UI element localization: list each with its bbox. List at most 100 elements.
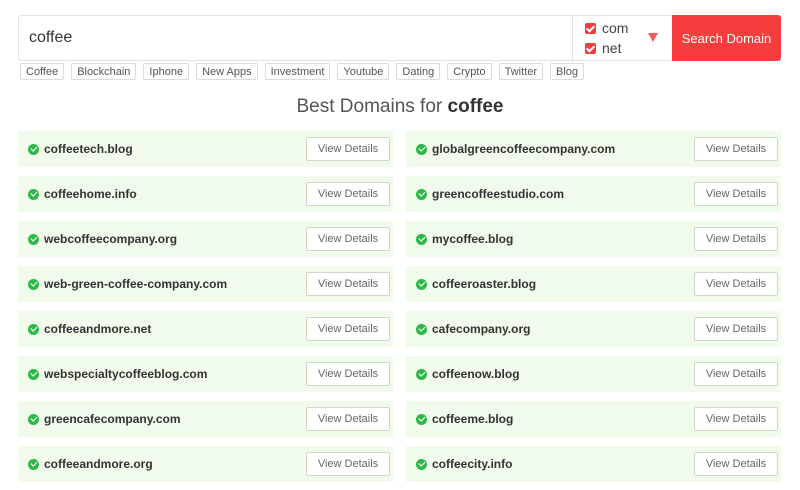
domain-info: globalgreencoffeecompany.com	[416, 142, 615, 156]
tag-blog[interactable]: Blog	[550, 63, 585, 80]
view-details-button[interactable]: View Details	[694, 137, 778, 161]
domain-name: coffeeandmore.org	[44, 457, 153, 471]
domain-row: coffeeandmore.org View Details	[18, 446, 393, 482]
tag-blockchain[interactable]: Blockchain	[71, 63, 137, 80]
available-check-icon	[416, 368, 427, 380]
domain-info: greencoffeestudio.com	[416, 187, 564, 201]
tag-iphone[interactable]: Iphone	[143, 63, 190, 80]
available-check-icon	[28, 368, 39, 380]
domain-name: coffeetech.blog	[44, 142, 133, 156]
tag-youtube[interactable]: Youtube	[337, 63, 390, 80]
tld-selector[interactable]: com net	[572, 16, 672, 60]
available-check-icon	[416, 188, 427, 200]
domain-info: web-green-coffee-company.com	[28, 277, 227, 291]
tld-label: net	[602, 40, 622, 56]
domain-info: coffeeandmore.net	[28, 322, 151, 336]
domain-name: coffeehome.info	[44, 187, 137, 201]
domain-info: coffeetech.blog	[28, 142, 133, 156]
domain-info: greencafecompany.com	[28, 412, 181, 426]
domain-name: coffeeroaster.blog	[432, 277, 537, 291]
view-details-button[interactable]: View Details	[694, 227, 778, 251]
view-details-button[interactable]: View Details	[694, 362, 778, 386]
available-check-icon	[416, 413, 427, 425]
domain-results: coffeetech.blog View Details globalgreenco…	[18, 131, 781, 482]
domain-info: coffeeandmore.org	[28, 457, 153, 471]
domain-name: mycoffee.blog	[432, 232, 514, 246]
domain-info: coffeenow.blog	[416, 367, 520, 381]
view-details-button[interactable]: View Details	[306, 362, 390, 386]
domain-row: globalgreencoffeecompany.com View Details	[406, 131, 781, 167]
view-details-button[interactable]: View Details	[306, 452, 390, 476]
domain-info: coffeehome.info	[28, 187, 137, 201]
tag-twitter[interactable]: Twitter	[498, 63, 544, 80]
view-details-button[interactable]: View Details	[306, 227, 390, 251]
domain-info: mycoffee.blog	[416, 232, 513, 246]
view-details-button[interactable]: View Details	[306, 317, 390, 341]
domain-name: coffeenow.blog	[432, 367, 520, 381]
domain-name: webcoffeecompany.org	[44, 232, 178, 246]
view-details-button[interactable]: View Details	[306, 407, 390, 431]
caret-down-icon[interactable]	[648, 33, 658, 42]
available-check-icon	[416, 323, 427, 335]
available-check-icon	[28, 323, 39, 335]
domain-row: mycoffee.blog View Details	[406, 221, 781, 257]
domain-row: coffeeme.blog View Details	[406, 401, 781, 437]
domain-name: greencoffeestudio.com	[432, 187, 565, 201]
tag-dating[interactable]: Dating	[396, 63, 441, 80]
view-details-button[interactable]: View Details	[694, 407, 778, 431]
domain-name: cafecompany.org	[432, 322, 531, 336]
checkbox-checked-icon[interactable]	[585, 22, 596, 34]
view-details-button[interactable]: View Details	[694, 272, 778, 296]
tag-crypto[interactable]: Crypto	[447, 63, 492, 80]
tld-option-com[interactable]: com	[585, 20, 628, 36]
domain-info: coffeeme.blog	[416, 412, 513, 426]
domain-name: greencafecompany.com	[44, 412, 181, 426]
domain-info: webspecialtycoffeeblog.com	[28, 367, 207, 381]
tag-investment[interactable]: Investment	[264, 63, 331, 80]
domain-row: coffeecity.info View Details	[406, 446, 781, 482]
domain-row: webspecialtycoffeeblog.com View Details	[18, 356, 393, 392]
view-details-button[interactable]: View Details	[694, 317, 778, 341]
domain-info: coffeeroaster.blog	[416, 277, 536, 291]
domain-row: greencafecompany.com View Details	[18, 401, 393, 437]
checkbox-checked-icon[interactable]	[585, 42, 596, 54]
view-details-button[interactable]: View Details	[306, 182, 390, 206]
view-details-button[interactable]: View Details	[694, 182, 778, 206]
available-check-icon	[28, 188, 39, 200]
search-input[interactable]	[19, 16, 572, 60]
available-check-icon	[28, 143, 39, 155]
domain-name: web-green-coffee-company.com	[44, 277, 228, 291]
tld-option-net[interactable]: net	[585, 40, 628, 56]
available-check-icon	[416, 278, 427, 290]
domain-name: coffeeme.blog	[432, 412, 514, 426]
page-title: Best Domains for coffee	[0, 96, 800, 118]
heading-keyword: coffee	[447, 96, 504, 117]
domain-row: web-green-coffee-company.com View Details	[18, 266, 393, 302]
tag-coffee[interactable]: Coffee	[20, 63, 65, 80]
tag-list: Coffee Blockchain Iphone New Apps Investment…	[20, 63, 585, 80]
view-details-button[interactable]: View Details	[694, 452, 778, 476]
available-check-icon	[416, 233, 427, 245]
available-check-icon	[28, 458, 39, 470]
available-check-icon	[28, 413, 39, 425]
domain-info: cafecompany.org	[416, 322, 530, 336]
domain-name: coffeecity.info	[432, 457, 513, 471]
domain-row: coffeeroaster.blog View Details	[406, 266, 781, 302]
view-details-button[interactable]: View Details	[306, 137, 390, 161]
view-details-button[interactable]: View Details	[306, 272, 390, 296]
domain-row: coffeetech.blog View Details	[18, 131, 393, 167]
heading-prefix: Best Domains for	[296, 96, 443, 117]
domain-name: coffeeandmore.net	[44, 322, 152, 336]
search-bar: com net Search Domain	[18, 15, 781, 61]
domain-row: webcoffeecompany.org View Details	[18, 221, 393, 257]
domain-row: coffeeandmore.net View Details	[18, 311, 393, 347]
available-check-icon	[416, 458, 427, 470]
available-check-icon	[28, 278, 39, 290]
tag-new-apps[interactable]: New Apps	[196, 63, 258, 80]
tld-label: com	[602, 20, 629, 36]
domain-row: coffeenow.blog View Details	[406, 356, 781, 392]
domain-name: webspecialtycoffeeblog.com	[44, 367, 208, 381]
domain-row: cafecompany.org View Details	[406, 311, 781, 347]
domain-name: globalgreencoffeecompany.com	[432, 142, 616, 156]
search-domain-button[interactable]: Search Domain	[672, 15, 781, 61]
